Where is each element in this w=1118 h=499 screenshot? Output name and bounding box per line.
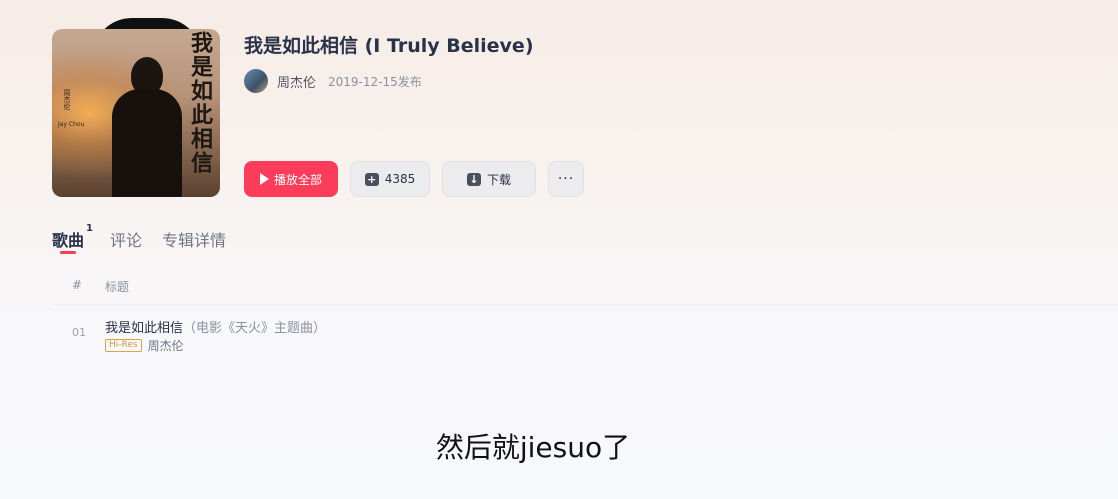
tab-comments-label: 评论 — [110, 231, 143, 250]
more-button[interactable]: ··· — [548, 161, 584, 197]
song-subtitle: （电影《天火》主题曲） — [183, 321, 327, 336]
album-cover[interactable]: 我是如此相信 周杰伦 Jay Chou — [52, 18, 220, 198]
download-icon: ↓ — [466, 172, 481, 186]
table-row[interactable]: 01 我是如此相信（电影《天火》主题曲） Hi-Res 周杰伦 — [52, 306, 1118, 356]
play-all-button[interactable]: 播放全部 — [244, 161, 338, 197]
subtitle-caption: 然后就jiesuo了 — [435, 431, 631, 464]
tab-songs[interactable]: 歌曲 1 — [52, 223, 93, 254]
cover-title-text: 我是如此相信 — [187, 31, 213, 175]
tab-comments[interactable]: 评论 — [110, 227, 142, 251]
song-title[interactable]: 我是如此相信（电影《天火》主题曲） — [105, 317, 326, 336]
collect-button[interactable]: + 4385 — [350, 161, 430, 197]
row-index: 01 — [72, 326, 86, 339]
hi-res-badge: Hi-Res — [105, 339, 142, 352]
album-meta: 周杰伦 2019-12-15发布 — [244, 69, 422, 93]
song-title-main: 我是如此相信 — [105, 321, 184, 336]
cover-artist-en-text: Jay Chou — [58, 121, 85, 128]
song-meta: Hi-Res 周杰伦 — [105, 337, 184, 354]
album-title: 我是如此相信 (I Truly Believe) — [244, 35, 534, 57]
collect-count: 4385 — [384, 172, 416, 186]
add-collection-icon: + — [364, 172, 379, 186]
play-icon — [259, 173, 269, 185]
release-date: 2019-12-15发布 — [328, 74, 422, 89]
tab-album-details[interactable]: 专辑详情 — [162, 227, 226, 251]
tab-bar: 歌曲 1 评论 专辑详情 — [52, 223, 226, 254]
song-table-header: # 标题 — [52, 270, 1118, 305]
artist-avatar[interactable] — [244, 69, 268, 93]
download-label: 下载 — [486, 172, 511, 187]
album-cover-image: 我是如此相信 周杰伦 Jay Chou — [52, 29, 220, 197]
action-bar: 播放全部 + 4385 ↓ 下载 ··· — [244, 161, 584, 197]
tab-songs-label: 歌曲 — [52, 231, 85, 250]
header-index: # — [72, 278, 83, 292]
more-icon: ··· — [557, 171, 575, 187]
play-all-label: 播放全部 — [273, 172, 322, 187]
cover-artist-text: 周杰伦 — [63, 89, 71, 110]
active-tab-indicator — [60, 251, 76, 254]
download-button[interactable]: ↓ 下载 — [442, 161, 536, 197]
header-title[interactable]: 标题 — [105, 278, 129, 295]
song-artist-link[interactable]: 周杰伦 — [148, 337, 184, 354]
tab-album-details-label: 专辑详情 — [162, 231, 227, 250]
cover-figure — [112, 57, 182, 197]
tab-songs-count: 1 — [86, 223, 94, 234]
artist-link[interactable]: 周杰伦 — [277, 72, 316, 91]
